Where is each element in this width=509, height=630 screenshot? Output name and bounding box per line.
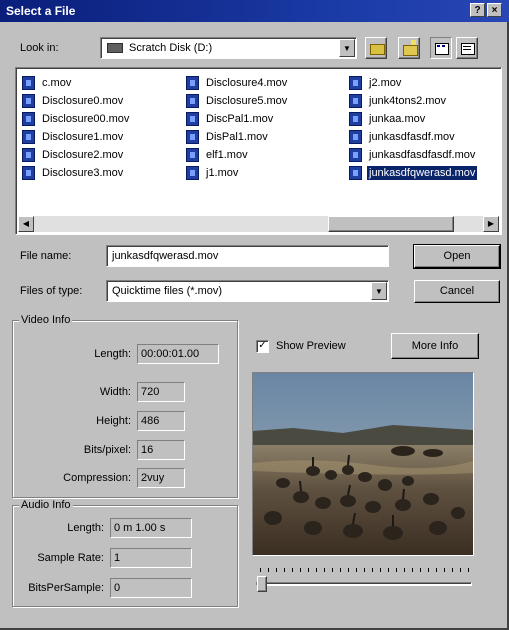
lookin-value: Scratch Disk (D:) — [129, 42, 213, 54]
audio-bps-field: 0 — [110, 578, 192, 598]
movie-file-icon — [186, 166, 199, 180]
list-item-selected[interactable]: junkasdfqwerasd.mov — [349, 164, 478, 182]
up-folder-icon[interactable] — [365, 37, 387, 59]
checkbox-check-icon[interactable]: ✓ — [256, 340, 269, 353]
video-compression-field: 2vuy — [137, 468, 185, 488]
audio-info-group: Audio Info Length: 0 m 1.00 s Sample Rat… — [12, 499, 238, 607]
preview-image — [253, 373, 473, 555]
audio-info-title: Audio Info — [19, 499, 73, 511]
list-item[interactable]: j2.mov — [349, 74, 403, 92]
video-bpp-label: Bits/pixel: — [83, 444, 131, 456]
lookin-label: Look in: — [20, 42, 59, 54]
list-item[interactable]: Disclosure5.mov — [186, 92, 289, 110]
movie-file-icon — [186, 130, 199, 144]
list-item[interactable]: c.mov — [22, 74, 73, 92]
list-item[interactable]: junk4tons2.mov — [349, 92, 448, 110]
show-preview-label: Show Preview — [276, 340, 346, 352]
list-item[interactable]: j1.mov — [186, 164, 240, 182]
movie-file-icon — [22, 148, 35, 162]
open-button[interactable]: Open — [413, 244, 501, 269]
details-view-icon[interactable] — [456, 37, 478, 59]
video-length-field: 00:00:01.00 — [137, 344, 219, 364]
more-info-button[interactable]: More Info — [391, 333, 479, 359]
movie-file-icon — [22, 94, 35, 108]
video-compression-label: Compression: — [63, 472, 131, 484]
video-height-label: Height: — [96, 415, 131, 427]
list-item[interactable]: junkasdfasdf.mov — [349, 128, 457, 146]
video-width-label: Width: — [99, 386, 131, 398]
movie-file-icon — [22, 166, 35, 180]
movie-file-icon — [349, 76, 362, 90]
audio-length-label: Length: — [67, 522, 104, 534]
video-width-field: 720 — [137, 382, 185, 402]
movie-file-icon — [349, 148, 362, 162]
file-dialog: Select a File ? × Look in: Scratch Disk … — [0, 0, 509, 630]
video-bpp-field: 16 — [137, 440, 185, 460]
file-list[interactable]: c.mov Disclosure0.mov Disclosure00.mov D… — [15, 67, 502, 235]
movie-file-icon — [186, 94, 199, 108]
list-item[interactable]: DisPal1.mov — [186, 128, 270, 146]
filetype-dropdown[interactable]: Quicktime files (*.mov) ▼ — [106, 280, 389, 302]
list-item[interactable]: Disclosure4.mov — [186, 74, 289, 92]
movie-file-icon — [186, 76, 199, 90]
filename-label: File name: — [20, 250, 72, 262]
lookin-dropdown[interactable]: Scratch Disk (D:) ▼ — [100, 37, 357, 59]
help-button[interactable]: ? — [470, 3, 485, 17]
list-item[interactable]: elf1.mov — [186, 146, 250, 164]
list-item[interactable]: Disclosure00.mov — [22, 110, 131, 128]
movie-file-icon — [22, 112, 35, 126]
chevron-down-icon[interactable]: ▼ — [371, 282, 387, 300]
movie-file-icon — [186, 148, 199, 162]
new-folder-icon[interactable] — [398, 37, 420, 59]
movie-file-icon — [349, 94, 362, 108]
video-info-group: Video Info Length: 00:00:01.00 Width: 72… — [12, 314, 238, 498]
movie-file-icon — [22, 76, 35, 90]
list-item[interactable]: Disclosure3.mov — [22, 164, 125, 182]
scroll-right-icon[interactable]: ▶ — [483, 216, 499, 232]
movie-file-icon — [349, 130, 362, 144]
close-button[interactable]: × — [487, 3, 502, 17]
scrollbar-thumb[interactable] — [328, 216, 454, 232]
audio-length-field: 0 m 1.00 s — [110, 518, 192, 538]
list-item[interactable]: Disclosure0.mov — [22, 92, 125, 110]
list-item[interactable]: DiscPal1.mov — [186, 110, 275, 128]
list-item[interactable]: junkaa.mov — [349, 110, 427, 128]
chevron-down-icon[interactable]: ▼ — [339, 39, 355, 57]
video-preview — [252, 372, 474, 556]
video-height-field: 486 — [137, 411, 185, 431]
list-item[interactable]: junkasdfasdfasdf.mov — [349, 146, 477, 164]
audio-rate-field: 1 — [110, 548, 192, 568]
window-title: Select a File — [6, 4, 76, 18]
cancel-button[interactable]: Cancel — [414, 280, 500, 303]
drive-icon — [107, 43, 123, 53]
filename-input[interactable]: junkasdfqwerasd.mov — [106, 245, 389, 267]
scroll-left-icon[interactable]: ◀ — [18, 216, 34, 232]
filetype-label: Files of type: — [20, 285, 83, 297]
audio-rate-label: Sample Rate: — [37, 552, 104, 564]
video-info-title: Video Info — [19, 314, 73, 326]
list-item[interactable]: Disclosure2.mov — [22, 146, 125, 164]
audio-bps-label: BitsPerSample: — [28, 582, 104, 594]
movie-file-icon — [186, 112, 199, 126]
list-view-icon[interactable] — [430, 37, 452, 59]
horizontal-scrollbar[interactable]: ◀ ▶ — [18, 216, 499, 232]
slider-thumb[interactable] — [257, 576, 267, 592]
movie-file-icon — [22, 130, 35, 144]
list-item[interactable]: Disclosure1.mov — [22, 128, 125, 146]
preview-slider[interactable] — [256, 568, 472, 598]
filetype-value: Quicktime files (*.mov) — [112, 285, 223, 297]
movie-file-icon — [349, 112, 362, 126]
slider-track[interactable] — [256, 582, 472, 586]
video-length-label: Length: — [94, 348, 131, 360]
movie-file-icon — [349, 166, 362, 180]
slider-ticks — [256, 568, 472, 573]
title-bar[interactable]: Select a File ? × — [0, 0, 509, 22]
